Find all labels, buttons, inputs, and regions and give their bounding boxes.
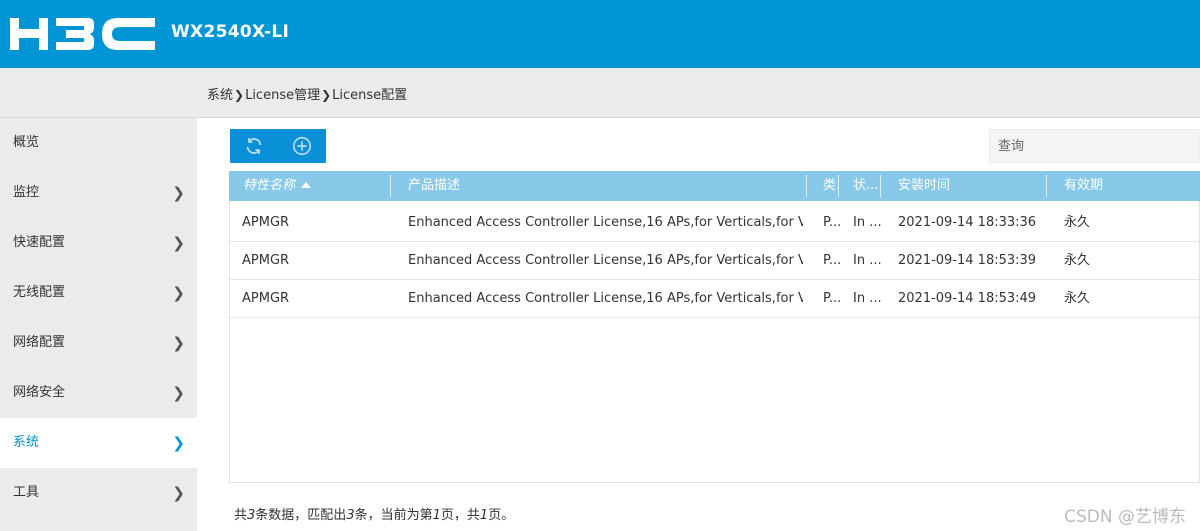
current-page: 1 <box>432 508 441 523</box>
table-row[interactable]: APMGR Enhanced Access Controller License… <box>230 242 1200 280</box>
table-row[interactable]: APMGR Enhanced Access Controller License… <box>230 280 1200 318</box>
matched-count: 3 <box>346 508 355 523</box>
column-header-feature-name[interactable]: 特性名称 <box>243 171 391 201</box>
license-table: 特性名称 产品描述 类... 状... 安装时间 有效期 APMGR Enhan… <box>229 171 1200 483</box>
sidebar-item-label: 网络配置 <box>13 335 66 350</box>
cell-validity: 永久 <box>1064 291 1091 306</box>
chevron-right-icon: ❯ <box>172 334 185 352</box>
cell-install-time: 2021-09-14 18:33:36 <box>898 215 1037 230</box>
refresh-button[interactable] <box>230 129 278 163</box>
cell-install-time: 2021-09-14 18:53:39 <box>898 253 1037 268</box>
cell-feature-name: APMGR <box>242 291 290 306</box>
column-header-status[interactable]: 状... <box>839 171 881 201</box>
cell-install-time: 2021-09-14 18:53:49 <box>898 291 1037 306</box>
sidebar-item-monitor[interactable]: 监控 ❯ <box>0 168 197 218</box>
breadcrumb-item-system[interactable]: 系统 <box>207 88 233 103</box>
sidebar-item-overview[interactable]: 概览 <box>0 118 197 168</box>
sidebar-item-label: 工具 <box>13 485 40 500</box>
total-pages: 1 <box>479 508 489 523</box>
h3c-logo <box>10 18 155 50</box>
column-header-product-desc[interactable]: 产品描述 <box>391 171 807 201</box>
sidebar-item-network-security[interactable]: 网络安全 ❯ <box>0 368 197 418</box>
table-row[interactable]: APMGR Enhanced Access Controller License… <box>230 204 1200 242</box>
cell-feature-name: APMGR <box>242 215 290 230</box>
sidebar-item-wireless-config[interactable]: 无线配置 ❯ <box>0 268 197 318</box>
column-header-type[interactable]: 类... <box>807 171 839 201</box>
breadcrumb-item-license-config: License配置 <box>332 88 408 103</box>
sidebar-item-quick-config[interactable]: 快速配置 ❯ <box>0 218 197 268</box>
cell-product-desc: Enhanced Access Controller License,16 AP… <box>408 291 803 306</box>
breadcrumb: 系统❯License管理❯License配置 <box>207 84 407 103</box>
plus-circle-icon <box>292 136 312 156</box>
sidebar-item-label: 系统 <box>13 435 40 450</box>
top-bar: WX2540X-LI <box>0 0 1200 68</box>
sidebar-item-label: 快速配置 <box>13 235 66 250</box>
device-model: WX2540X-LI <box>171 22 290 42</box>
refresh-icon <box>246 138 262 154</box>
chevron-right-icon: ❯ <box>172 234 185 252</box>
cell-type: P... <box>823 215 842 230</box>
cell-validity: 永久 <box>1064 215 1091 230</box>
sort-ascending-icon <box>301 182 312 188</box>
chevron-right-icon: ❯ <box>234 88 245 102</box>
breadcrumb-item-license-management[interactable]: License管理 <box>245 88 320 103</box>
table-header: 特性名称 产品描述 类... 状... 安装时间 有效期 <box>229 171 1200 201</box>
cell-product-desc: Enhanced Access Controller License,16 AP… <box>408 253 803 268</box>
sidebar-item-label: 概览 <box>13 135 40 150</box>
cell-status: In ... <box>853 291 882 306</box>
chevron-right-icon: ❯ <box>321 88 332 102</box>
cell-status: In ... <box>853 253 882 268</box>
sidebar-item-label: 无线配置 <box>13 285 66 300</box>
cell-status: In ... <box>853 215 882 230</box>
sidebar-item-label: 监控 <box>13 185 40 200</box>
chevron-right-icon: ❯ <box>172 384 185 402</box>
sidebar-item-network-config[interactable]: 网络配置 ❯ <box>0 318 197 368</box>
sidebar: 概览 监控 ❯ 快速配置 ❯ 无线配置 ❯ 网络配置 ❯ 网络安全 ❯ 系统 ❯… <box>0 118 197 531</box>
chevron-right-icon: ❯ <box>172 184 185 202</box>
column-header-install-time[interactable]: 安装时间 <box>881 171 1047 201</box>
cell-type: P... <box>823 253 842 268</box>
toolbar <box>230 129 326 163</box>
sidebar-item-system[interactable]: 系统 ❯ <box>0 418 197 468</box>
cell-feature-name: APMGR <box>242 253 290 268</box>
breadcrumb-bar: 系统❯License管理❯License配置 <box>0 68 1200 118</box>
watermark: CSDN @艺博东 <box>1064 507 1186 527</box>
sidebar-item-tools[interactable]: 工具 ❯ <box>0 468 197 518</box>
cell-type: P... <box>823 291 842 306</box>
column-header-validity[interactable]: 有效期 <box>1047 171 1200 201</box>
search-input[interactable] <box>989 129 1200 163</box>
table-summary: 共3条数据，匹配出3条，当前为第1页，共1页。 <box>234 508 515 523</box>
chevron-right-icon: ❯ <box>172 484 185 502</box>
chevron-right-icon: ❯ <box>172 434 185 452</box>
cell-validity: 永久 <box>1064 253 1091 268</box>
sidebar-item-label: 网络安全 <box>13 385 66 400</box>
cell-product-desc: Enhanced Access Controller License,16 AP… <box>408 215 803 230</box>
add-button[interactable] <box>278 129 326 163</box>
chevron-right-icon: ❯ <box>172 284 185 302</box>
